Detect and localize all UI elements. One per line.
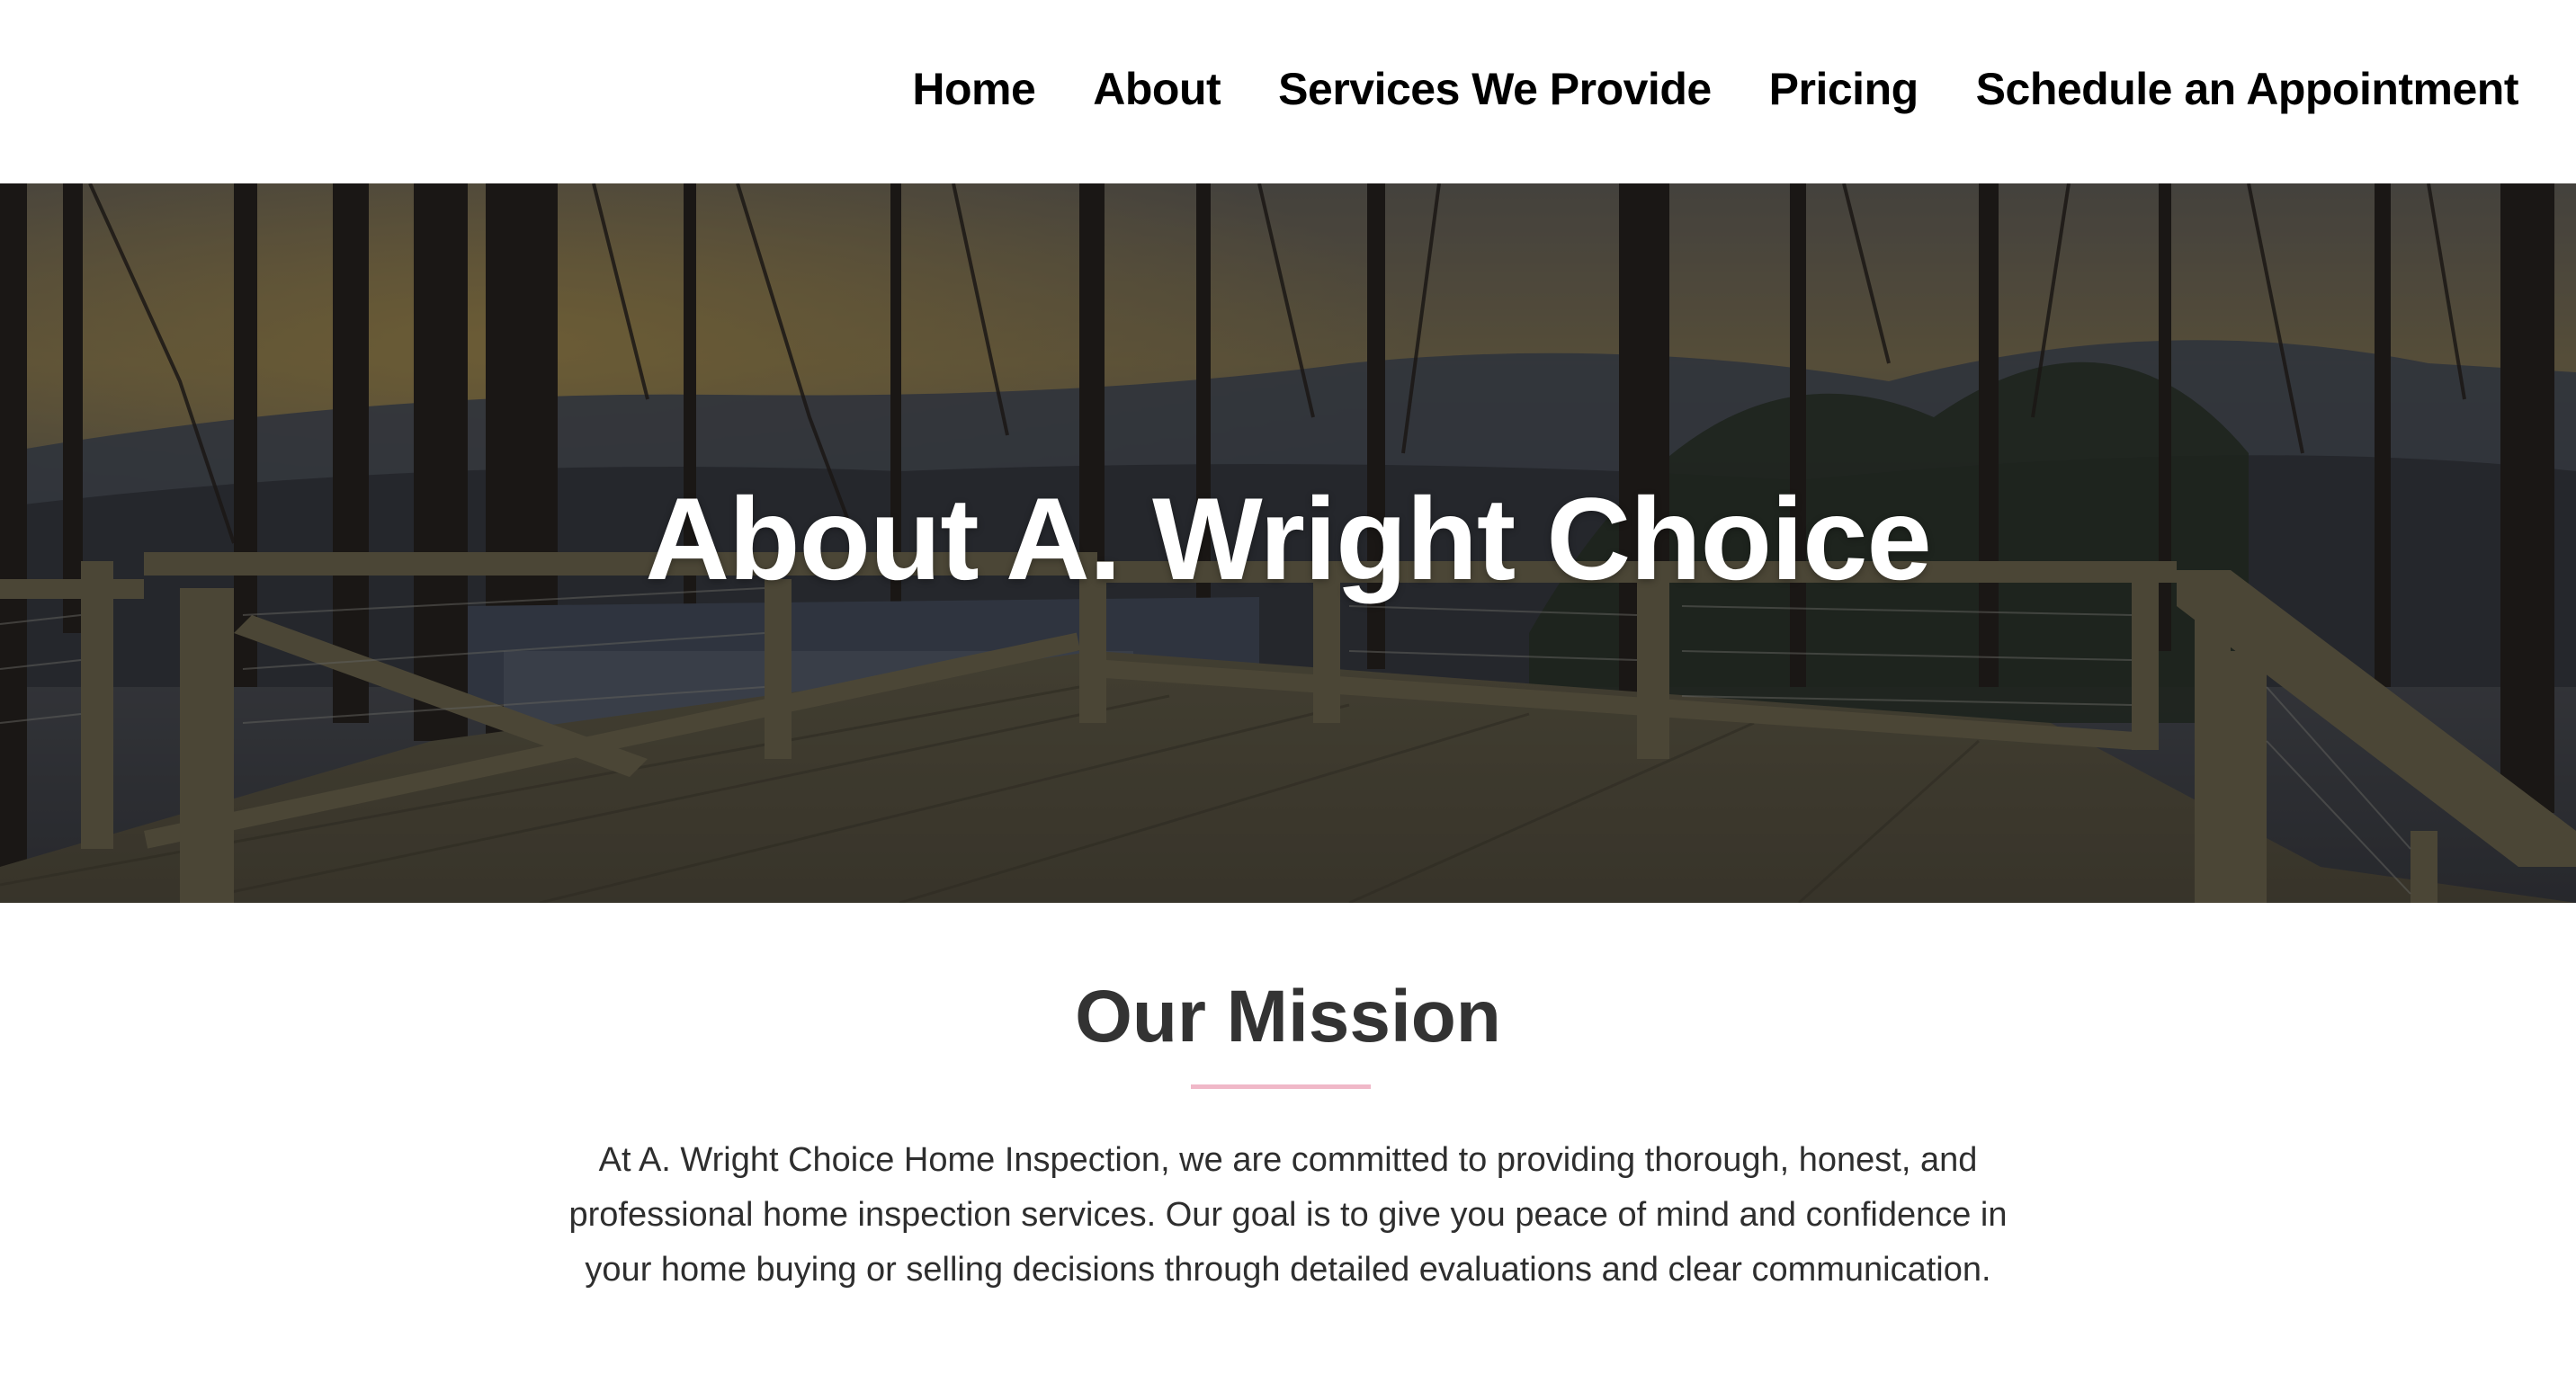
- hero-banner: About A. Wright Choice: [0, 183, 2576, 903]
- nav-home-link[interactable]: Home: [912, 63, 1035, 115]
- mission-divider: [1191, 1084, 1371, 1089]
- mission-section: Our Mission At A. Wright Choice Home Ins…: [0, 903, 2576, 1392]
- nav-schedule-link[interactable]: Schedule an Appointment: [1976, 63, 2519, 115]
- nav-pricing-link[interactable]: Pricing: [1769, 63, 1919, 115]
- hero-title: About A. Wright Choice: [645, 473, 1932, 604]
- nav-services-link[interactable]: Services We Provide: [1278, 63, 1712, 115]
- mission-paragraph: At A. Wright Choice Home Inspection, we …: [568, 1141, 2008, 1289]
- nav-about-link[interactable]: About: [1093, 63, 1221, 115]
- site-header: Home About Services We Provide Pricing S…: [0, 0, 2576, 183]
- main-nav: Home About Services We Provide Pricing S…: [912, 63, 2518, 115]
- mission-heading: Our Mission: [1075, 976, 1501, 1057]
